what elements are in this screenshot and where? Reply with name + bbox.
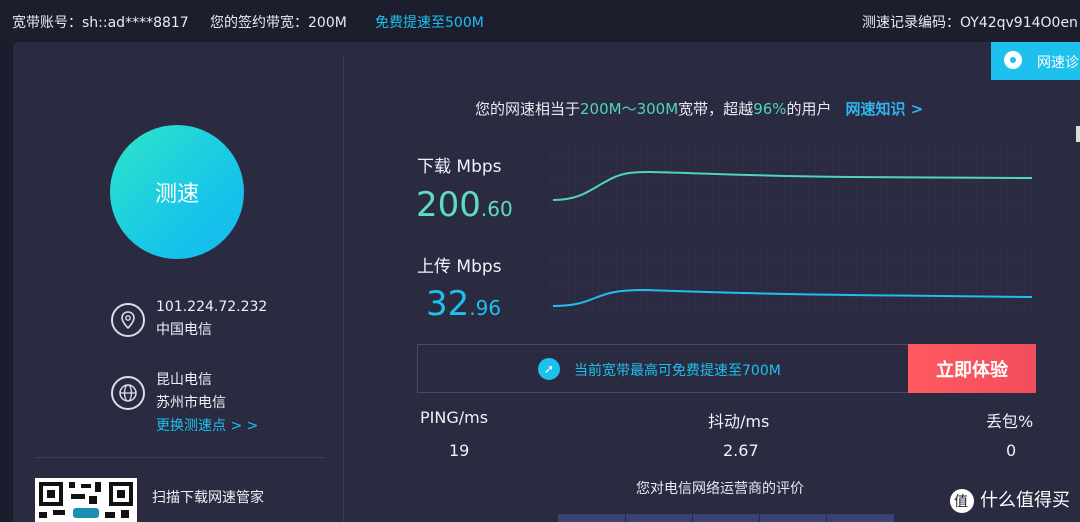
sidebar-divider — [35, 457, 325, 458]
watermark: 什么值得买 — [950, 486, 1070, 513]
jitter-value: 2.67 — [723, 441, 759, 460]
speed-test-button[interactable]: 测速 — [110, 125, 244, 259]
location-pin-icon — [111, 303, 145, 337]
globe-icon — [111, 376, 145, 410]
promo-text: 当前宽带最高可免费提速至700M — [574, 363, 781, 379]
test-node-city: 昆山电信 — [156, 372, 212, 388]
diagnose-label: 网速诊 — [1037, 55, 1079, 71]
free-boost-link[interactable]: 免费提速至500M — [375, 12, 484, 32]
isp-name: 中国电信 — [156, 322, 212, 338]
try-now-button[interactable]: 立即体验 — [908, 344, 1036, 393]
rating-title: 您对电信网络运营商的评价 — [636, 481, 804, 497]
ping-value: 19 — [449, 441, 470, 460]
upload-graph — [550, 244, 1034, 314]
account-info: 宽带账号：sh::ad****8817 — [12, 15, 189, 31]
change-test-node-link[interactable]: 更换测速点 > > — [156, 415, 258, 438]
record-code: 测速记录编码：OY42qv914O0en — [862, 15, 1078, 31]
download-speed: 200.60 — [416, 185, 513, 225]
diagnose-icon — [1004, 51, 1022, 69]
rating-options[interactable] — [558, 514, 894, 522]
speed-summary: 您的网速相当于200M～300M宽带，超越96%的用户 网速知识 > — [475, 100, 924, 118]
panel-divider — [343, 57, 344, 522]
speed-knowledge-link[interactable]: 网速知识 > — [846, 100, 924, 118]
smzdm-logo-icon — [950, 489, 974, 513]
scrollbar-thumb[interactable] — [1076, 126, 1080, 142]
download-label: 下载 Mbps — [417, 157, 502, 177]
ip-address: 101.224.72.232 — [156, 299, 268, 315]
top-bar: 宽带账号：sh::ad****8817 您的签约带宽：200M 免费提速至500… — [0, 0, 1080, 42]
upload-speed: 32.96 — [426, 284, 502, 324]
upload-label: 上传 Mbps — [417, 257, 502, 277]
test-node-region: 苏州市电信 — [156, 395, 226, 411]
promo-banner: ➚ 当前宽带最高可免费提速至700M 立即体验 — [417, 344, 1036, 393]
rocket-icon: ➚ — [538, 358, 560, 380]
download-graph — [550, 140, 1034, 224]
qr-caption: 扫描下载网速管家 — [152, 490, 264, 506]
packet-loss-label: 丢包% — [986, 412, 1034, 431]
jitter-label: 抖动/ms — [708, 412, 770, 431]
download-qr-code — [35, 478, 137, 522]
network-diagnose-button[interactable]: 网速诊 — [991, 42, 1080, 80]
ping-label: PING/ms — [420, 408, 489, 427]
packet-loss-value: 0 — [1006, 441, 1017, 460]
speed-test-label: 测速 — [154, 182, 199, 207]
contract-bandwidth: 您的签约带宽：200M — [210, 15, 347, 31]
